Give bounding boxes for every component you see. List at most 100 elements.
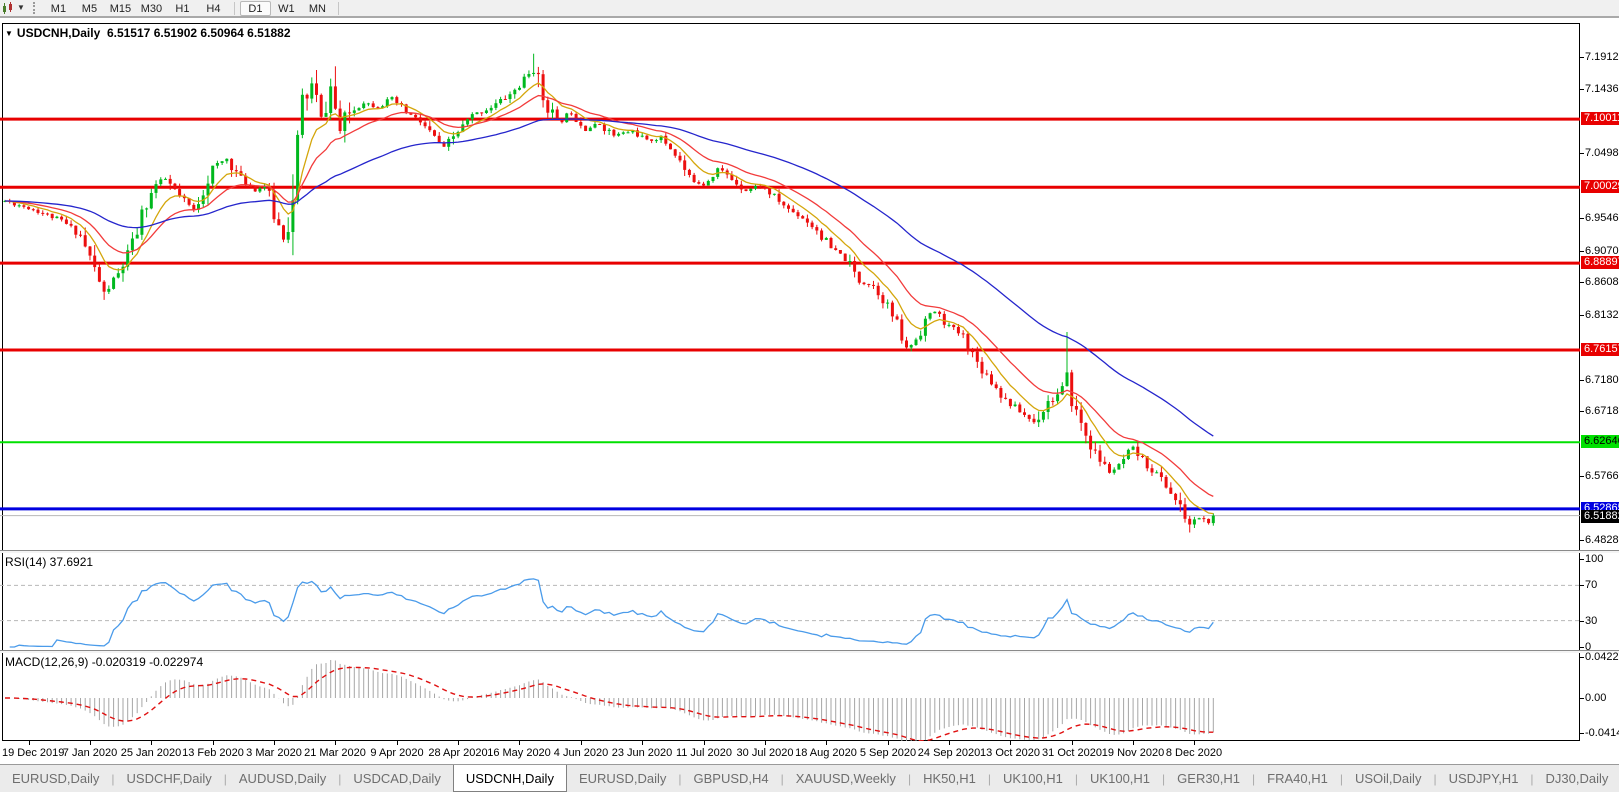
price-axis-label: 6.67180 xyxy=(1585,405,1619,417)
date-axis-tick xyxy=(519,741,520,745)
chart-cursor-icon[interactable] xyxy=(1,1,15,15)
price-axis-label: 7.19120 xyxy=(1585,51,1619,63)
date-axis-tick xyxy=(888,741,889,745)
chart-tab-audusd-daily[interactable]: AUDUSD,Daily xyxy=(227,765,338,792)
date-axis-tick xyxy=(335,741,336,745)
date-axis-label: 13 Feb 2020 xyxy=(182,747,244,759)
price-line-badge: 7.10011 xyxy=(1581,112,1619,125)
date-axis-label: 30 Jul 2020 xyxy=(736,747,794,759)
toolbar-separator xyxy=(233,1,235,15)
date-axis-label: 3 Mar 2020 xyxy=(246,747,302,759)
rsi-axis-tick xyxy=(1580,585,1584,586)
rsi-axis-tick xyxy=(1580,559,1584,560)
rsi-axis-label: 100 xyxy=(1585,553,1604,565)
timeframe-button-m30[interactable]: M30 xyxy=(136,1,167,16)
current-price-badge: 6.51882 xyxy=(1581,510,1619,523)
chart-type-dropdown-icon[interactable]: ▼ xyxy=(17,1,25,15)
price-line-badge: 6.62646 xyxy=(1581,435,1619,448)
chart-tab-gbpusd-h4[interactable]: GBPUSD,H4 xyxy=(681,765,780,792)
chart-tab-ger30-h1[interactable]: GER30,H1 xyxy=(1165,765,1252,792)
price-axis-label: 6.48280 xyxy=(1585,534,1619,546)
price-line-badge: 6.76157 xyxy=(1581,343,1619,356)
chart-tab-dj30-daily[interactable]: DJ30,Daily xyxy=(1534,765,1619,792)
symbol-name: USDCNH,Daily xyxy=(16,26,101,40)
rsi-canvas[interactable] xyxy=(0,553,1580,650)
chart-tab-xauusd-weekly[interactable]: XAUUSD,Weekly xyxy=(784,765,908,792)
date-axis-label: 24 Sep 2020 xyxy=(917,747,981,759)
timeframe-button-mn[interactable]: MN xyxy=(302,1,333,16)
macd-axis-label: 0.042275 xyxy=(1585,651,1619,663)
date-axis-tick xyxy=(1010,741,1011,745)
macd-panel[interactable]: MACD(12,26,9) -0.020319 -0.022974 0.0422… xyxy=(0,651,1619,741)
timeframe-button-d1[interactable]: D1 xyxy=(239,0,271,16)
chart-tab-uk100-h1[interactable]: UK100,H1 xyxy=(991,765,1075,792)
date-axis-label: 4 Jun 2020 xyxy=(553,747,609,759)
chart-tab-usdchf-daily[interactable]: USDCHF,Daily xyxy=(115,765,224,792)
date-axis-tick xyxy=(581,741,582,745)
timeframe-button-m5[interactable]: M5 xyxy=(74,1,105,16)
macd-axis-tick xyxy=(1580,657,1584,658)
timeframe-button-h4[interactable]: H4 xyxy=(198,1,229,16)
date-axis-label: 8 Dec 2020 xyxy=(1165,747,1223,759)
price-chart-panel[interactable]: ▼ USDCNH,Daily 6.51517 6.51902 6.50964 6.… xyxy=(0,23,1619,550)
date-axis-tick xyxy=(397,741,398,745)
chart-tab-usdcnh-daily[interactable]: USDCNH,Daily xyxy=(452,765,567,792)
timeframe-button-h1[interactable]: H1 xyxy=(167,1,198,16)
date-axis-tick xyxy=(642,741,643,745)
top-toolbar: ▼ M1 M5 M15 M30 H1 H4 D1 W1 MN xyxy=(0,0,1619,18)
toolbar-grip[interactable] xyxy=(32,2,35,14)
date-axis-label: 19 Nov 2020 xyxy=(1101,747,1165,759)
date-axis-tick xyxy=(274,741,275,745)
date-axis-label: 25 Jan 2020 xyxy=(120,747,182,759)
chart-tab-usdcad-daily[interactable]: USDCAD,Daily xyxy=(341,765,452,792)
date-axis-tick xyxy=(1194,741,1195,745)
rsi-axis-label: 30 xyxy=(1585,615,1598,627)
rsi-axis-tick xyxy=(1580,621,1584,622)
macd-axis-label: 0.00 xyxy=(1585,692,1607,704)
timeframe-button-m15[interactable]: M15 xyxy=(105,1,136,16)
price-axis-tick xyxy=(1580,89,1584,90)
macd-canvas[interactable] xyxy=(0,653,1580,741)
price-axis-label: 6.86080 xyxy=(1585,276,1619,288)
date-axis-label: 5 Sep 2020 xyxy=(859,747,917,759)
price-chart-canvas[interactable] xyxy=(0,23,1580,550)
macd-axis-label: -0.04148 xyxy=(1585,727,1619,739)
toolbar-separator xyxy=(337,1,339,15)
ohlc-open: 6.51517 xyxy=(106,26,151,40)
ohlc-low: 6.50964 xyxy=(200,26,244,40)
date-axis-tick xyxy=(29,741,30,745)
date-axis-label: 7 Jan 2020 xyxy=(62,747,118,759)
macd-axis-tick xyxy=(1580,733,1584,734)
symbol-collapse-icon[interactable]: ▼ xyxy=(5,29,13,38)
rsi-panel[interactable]: RSI(14) 37.6921 100 70 30 0 xyxy=(0,553,1619,653)
price-axis-label: 7.04980 xyxy=(1585,147,1619,159)
date-axis-label: 11 Jul 2020 xyxy=(675,747,733,759)
timeframe-button-m1[interactable]: M1 xyxy=(43,1,74,16)
date-axis-label: 19 Dec 2019 xyxy=(2,747,65,759)
macd-axis-tick xyxy=(1580,698,1584,699)
price-axis-tick xyxy=(1580,251,1584,252)
date-axis-tick xyxy=(90,741,91,745)
price-axis-tick xyxy=(1580,218,1584,219)
price-axis-label: 6.81320 xyxy=(1585,309,1619,321)
date-axis-tick xyxy=(949,741,950,745)
price-axis-tick xyxy=(1580,411,1584,412)
rsi-title: RSI(14) 37.6921 xyxy=(5,555,94,569)
chart-tab-fra40-h1[interactable]: FRA40,H1 xyxy=(1255,765,1340,792)
chart-tab-eurusd-daily[interactable]: EURUSD,Daily xyxy=(0,765,111,792)
chart-tab-uk100-h1[interactable]: UK100,H1 xyxy=(1078,765,1162,792)
chart-tab-usoil-daily[interactable]: USOil,Daily xyxy=(1343,765,1433,792)
rsi-axis-label: 70 xyxy=(1585,579,1598,591)
price-axis-tick xyxy=(1580,540,1584,541)
chart-tab-eurusd-daily[interactable]: EURUSD,Daily xyxy=(567,765,678,792)
price-axis-tick xyxy=(1580,476,1584,477)
price-axis-tick xyxy=(1580,282,1584,283)
price-axis-label: 6.95460 xyxy=(1585,212,1619,224)
chart-tab-usdjpy-h1[interactable]: USDJPY,H1 xyxy=(1437,765,1531,792)
date-axis-tick xyxy=(826,741,827,745)
rsi-axis-tick xyxy=(1580,647,1584,648)
timeframe-button-w1[interactable]: W1 xyxy=(271,1,302,16)
date-axis-label: 13 Oct 2020 xyxy=(980,747,1040,759)
chart-tab-hk50-h1[interactable]: HK50,H1 xyxy=(911,765,988,792)
date-axis-tick xyxy=(765,741,766,745)
